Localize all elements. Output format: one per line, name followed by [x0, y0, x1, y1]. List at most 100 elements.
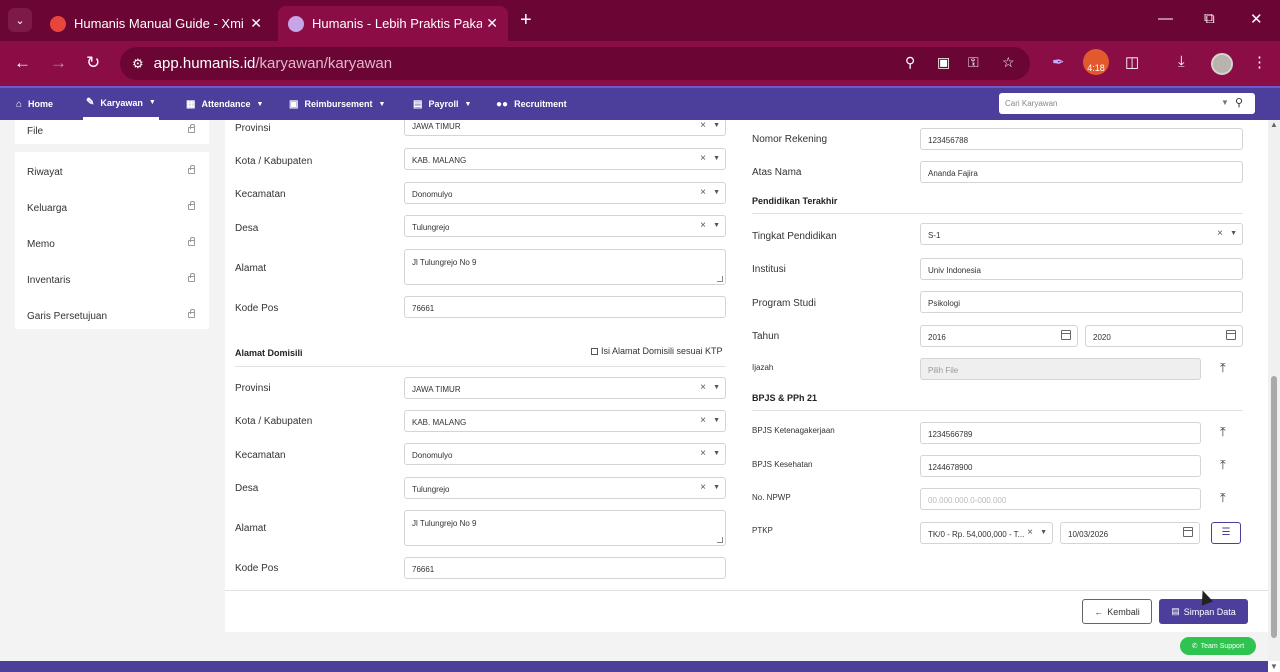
same-as-ktp-checkbox[interactable]: Isi Alamat Domisili sesuai KTP [591, 346, 723, 356]
atasnama-input[interactable]: Ananda Fajira [920, 161, 1243, 183]
upload-icon[interactable]: ⤒ [1220, 457, 1226, 473]
sidebar-item-memo[interactable]: Memo [15, 227, 209, 263]
resize-grip-icon[interactable] [717, 537, 723, 543]
chevron-down-icon[interactable]: ▼ [713, 417, 720, 424]
clear-icon[interactable]: × [1217, 228, 1223, 239]
extensions-puzzle-icon[interactable]: ◫ [1125, 53, 1139, 71]
more-menu-icon[interactable]: ⋮ [1252, 53, 1267, 71]
ijazah-file-input[interactable]: Pilih File [920, 358, 1201, 380]
bookmark-star-icon[interactable]: ☆ [1002, 54, 1015, 71]
chevron-down-icon[interactable]: ▼ [713, 450, 720, 457]
profile-avatar[interactable] [1211, 53, 1233, 75]
zoom-icon[interactable]: ⚲ [905, 54, 915, 71]
tahun-start-input[interactable]: 2016 [920, 325, 1078, 347]
provinsi-select[interactable]: JAWA TIMUR × ▼ [404, 120, 726, 136]
download-icon[interactable]: ⤓ [1178, 53, 1185, 70]
restore-icon[interactable]: ⧉ [1204, 10, 1215, 27]
upload-icon[interactable]: ⤒ [1220, 424, 1226, 440]
employee-search-select[interactable]: Cari Karyawan ▼ ⚲ [999, 93, 1255, 114]
tab-search-chevron-icon[interactable]: ⌄ [8, 8, 32, 32]
close-tab-icon[interactable]: ✕ [486, 15, 498, 32]
install-app-icon[interactable]: ▣ [937, 54, 950, 71]
password-key-icon[interactable]: ⚿ [968, 54, 979, 71]
kecamatan-select[interactable]: Donomulyo × ▼ [404, 182, 726, 204]
sidebar-item-garis-persetujuan[interactable]: Garis Persetujuan [15, 299, 209, 335]
clear-icon[interactable]: × [700, 382, 706, 393]
chevron-down-icon[interactable]: ▼ [713, 189, 720, 196]
chevron-down-icon[interactable]: ▼ [713, 122, 720, 129]
address-bar[interactable]: ⚙ app.humanis.id/karyawan/karyawan [120, 47, 1030, 80]
ptkp-list-button[interactable]: ☰ [1211, 522, 1241, 544]
clear-icon[interactable]: × [700, 415, 706, 426]
scrollbar-thumb[interactable] [1271, 376, 1277, 638]
nav-karyawan[interactable]: ✎ Karyawan ▼ [83, 88, 159, 120]
clear-icon[interactable]: × [700, 153, 706, 164]
timer-extension-icon[interactable]: 4:18 [1083, 49, 1109, 75]
minimize-icon[interactable]: — [1158, 10, 1173, 27]
chevron-down-icon[interactable]: ▼ [1230, 230, 1237, 237]
feather-extension-icon[interactable]: ✒ [1052, 53, 1065, 71]
clear-icon[interactable]: × [700, 120, 706, 131]
institusi-input[interactable]: Univ Indonesia [920, 258, 1243, 280]
upload-icon[interactable]: ⤒ [1220, 360, 1226, 376]
dom-desa-select[interactable]: Tulungrejo × ▼ [404, 477, 726, 499]
new-tab-icon[interactable]: + [520, 10, 532, 30]
chevron-down-icon[interactable]: ▼ [713, 384, 720, 391]
clear-icon[interactable]: × [700, 448, 706, 459]
clear-icon[interactable]: × [700, 220, 706, 231]
close-window-icon[interactable]: ✕ [1250, 10, 1263, 28]
prodi-input[interactable]: Psikologi [920, 291, 1243, 313]
sidebar-item-riwayat[interactable]: Riwayat [15, 155, 209, 191]
chevron-down-icon[interactable]: ▼ [713, 484, 720, 491]
calendar-icon[interactable] [1226, 330, 1236, 340]
desa-select[interactable]: Tulungrejo × ▼ [404, 215, 726, 237]
site-info-icon[interactable]: ⚙ [132, 56, 144, 72]
bpjs-kes-input[interactable]: 1244678900 [920, 455, 1201, 477]
kota-select[interactable]: KAB. MALANG × ▼ [404, 148, 726, 170]
back-arrow-icon[interactable]: ← [14, 53, 31, 73]
upload-icon[interactable]: ⤒ [1220, 490, 1226, 506]
bpjs-tk-input[interactable]: 1234566789 [920, 422, 1201, 444]
checkbox-icon[interactable] [591, 347, 598, 355]
team-support-button[interactable]: ✆ Team Support [1180, 637, 1256, 655]
back-button[interactable]: ← Kembali [1082, 599, 1152, 624]
sidebar-item-inventaris[interactable]: Inventaris [15, 263, 209, 299]
close-tab-icon[interactable]: ✕ [250, 15, 262, 32]
clear-icon[interactable]: × [700, 482, 706, 493]
browser-tab-humanis[interactable]: Humanis - Lebih Praktis Pakai Humanis ✕ [278, 6, 508, 41]
chevron-down-icon[interactable]: ▼ [1221, 98, 1229, 107]
chevron-down-icon[interactable]: ▼ [1040, 529, 1047, 536]
browser-tab-xmind[interactable]: Humanis Manual Guide - Xmind ✕ [40, 6, 272, 41]
dom-provinsi-select[interactable]: JAWA TIMUR × ▼ [404, 377, 726, 399]
nav-home[interactable]: ⌂ Home [16, 88, 53, 120]
nav-payroll[interactable]: ▤ Payroll ▼ [413, 88, 471, 120]
resize-grip-icon[interactable] [717, 276, 723, 282]
ptkp-date-input[interactable]: 10/03/2026 [1060, 522, 1200, 544]
clear-icon[interactable]: × [700, 187, 706, 198]
reload-icon[interactable]: ↻ [86, 53, 100, 73]
alamat-textarea[interactable]: Jl Tulungrejo No 9 [404, 249, 726, 285]
dom-alamat-textarea[interactable]: Jl Tulungrejo No 9 [404, 510, 726, 546]
tahun-end-input[interactable]: 2020 [1085, 325, 1243, 347]
rekening-input[interactable]: 123456788 [920, 128, 1243, 150]
chevron-down-icon[interactable]: ▼ [713, 222, 720, 229]
calendar-icon[interactable] [1183, 527, 1193, 537]
clear-icon[interactable]: × [1027, 527, 1033, 538]
ptkp-select[interactable]: TK/0 - Rp. 54,000,000 - T... × ▼ [920, 522, 1053, 544]
dom-kota-select[interactable]: KAB. MALANG × ▼ [404, 410, 726, 432]
dom-kecamatan-select[interactable]: Donomulyo × ▼ [404, 443, 726, 465]
chevron-down-icon[interactable]: ▼ [713, 155, 720, 162]
tingkat-select[interactable]: S-1 × ▼ [920, 223, 1243, 245]
scroll-down-icon[interactable]: ▼ [1270, 662, 1278, 671]
kodepos-input[interactable]: 76661 [404, 296, 726, 318]
npwp-input[interactable]: 00.000.000.0-000.000 [920, 488, 1201, 510]
nav-reimbursement[interactable]: ▣ Reimbursement ▼ [289, 88, 385, 120]
search-icon[interactable]: ⚲ [1235, 96, 1243, 109]
nav-recruitment[interactable]: ●● Recruitment [496, 88, 567, 120]
nav-attendance[interactable]: ▦ Attendance ▼ [186, 88, 263, 120]
forward-arrow-icon[interactable]: → [50, 53, 67, 73]
sidebar-item-keluarga[interactable]: Keluarga [15, 191, 209, 227]
scroll-up-icon[interactable]: ▲ [1270, 120, 1278, 129]
dom-kodepos-input[interactable]: 76661 [404, 557, 726, 579]
calendar-icon[interactable] [1061, 330, 1071, 340]
